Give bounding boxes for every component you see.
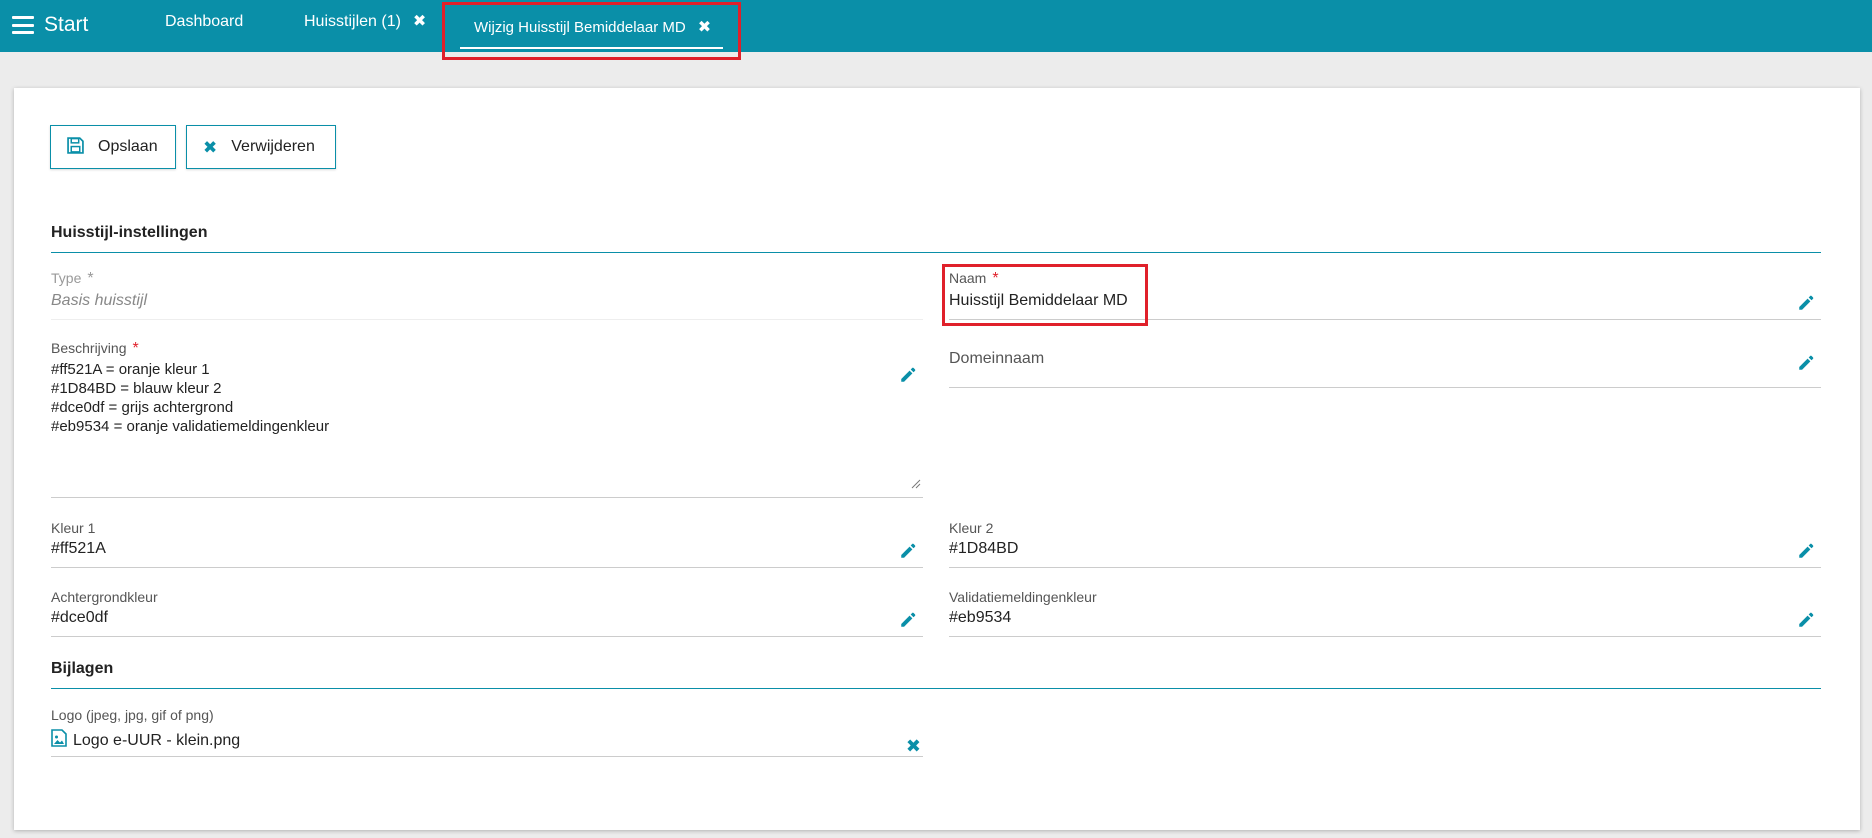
kleur1-label: Kleur 1	[51, 520, 96, 536]
naam-input[interactable]: Huisstijl Bemiddelaar MD	[949, 292, 1821, 310]
section-divider	[51, 252, 1821, 253]
floppy-disk-icon	[67, 137, 84, 157]
section-title-settings: Huisstijl-instellingen	[51, 224, 208, 241]
logo-label: Logo (jpeg, jpg, gif of png)	[51, 707, 214, 723]
save-button-label: Opslaan	[98, 138, 158, 155]
validatiemeldingenkleur-field[interactable]: Validatiemeldingenkleur #eb9534	[949, 589, 1821, 637]
close-icon[interactable]: ✖	[413, 14, 426, 30]
pencil-icon[interactable]	[1797, 611, 1815, 629]
close-icon[interactable]: ✖	[906, 736, 921, 757]
top-navigation-bar: Start Dashboard Huisstijlen (1) ✖ Wijzig…	[0, 0, 1872, 52]
kleur2-label: Kleur 2	[949, 520, 994, 536]
tab-dashboard-label: Dashboard	[165, 13, 244, 30]
start-menu-label: Start	[44, 13, 89, 36]
domeinnaam-field[interactable]: Domeinnaam	[949, 340, 1821, 388]
pencil-icon[interactable]	[1797, 542, 1815, 560]
validatiemeldingenkleur-input[interactable]: #eb9534	[949, 609, 1821, 627]
required-marker: *	[992, 270, 999, 287]
pencil-icon[interactable]	[899, 611, 917, 629]
tab-huisstijlen-label: Huisstijlen (1)	[304, 13, 401, 30]
close-icon: ✖	[203, 137, 218, 157]
pencil-icon[interactable]	[1797, 294, 1815, 312]
save-button[interactable]: Opslaan	[50, 125, 176, 169]
kleur1-field[interactable]: Kleur 1 #ff521A	[51, 520, 923, 568]
type-field: Type * Basis huisstijl	[51, 270, 923, 320]
type-label: Type	[51, 270, 82, 286]
resize-handle-icon[interactable]	[909, 476, 921, 489]
tab-dashboard[interactable]: Dashboard	[165, 0, 243, 48]
achtergrondkleur-input[interactable]: #dce0df	[51, 609, 923, 627]
logo-file-link[interactable]: Logo e-UUR - klein.png	[73, 732, 240, 750]
kleur2-field[interactable]: Kleur 2 #1D84BD	[949, 520, 1821, 568]
section-divider	[51, 688, 1821, 689]
achtergrondkleur-field[interactable]: Achtergrondkleur #dce0df	[51, 589, 923, 637]
naam-label: Naam	[949, 270, 987, 286]
close-icon[interactable]: ✖	[698, 19, 711, 36]
hamburger-icon	[12, 16, 34, 34]
pencil-icon[interactable]	[1797, 354, 1815, 372]
delete-button[interactable]: ✖ Verwijderen	[186, 125, 336, 169]
tab-huisstijlen[interactable]: Huisstijlen (1) ✖	[304, 0, 426, 48]
domeinnaam-label: Domeinnaam	[949, 350, 1045, 367]
logo-field: Logo (jpeg, jpg, gif of png) Logo e-UUR …	[51, 707, 923, 757]
pencil-icon[interactable]	[899, 366, 917, 384]
beschrijving-field[interactable]: Beschrijving * #ff521A = oranje kleur 1 #…	[51, 340, 923, 498]
achtergrondkleur-label: Achtergrondkleur	[51, 589, 158, 605]
pencil-icon[interactable]	[899, 542, 917, 560]
delete-button-label: Verwijderen	[231, 138, 315, 155]
validatiemeldingenkleur-label: Validatiemeldingenkleur	[949, 589, 1097, 605]
tab-wijzig-huisstijl-label: Wijzig Huisstijl Bemiddelaar MD	[474, 19, 686, 36]
section-title-bijlagen: Bijlagen	[51, 660, 114, 677]
tab-wijzig-huisstijl[interactable]: Wijzig Huisstijl Bemiddelaar MD ✖	[460, 8, 724, 49]
naam-field[interactable]: Naam * Huisstijl Bemiddelaar MD	[949, 270, 1821, 320]
kleur2-input[interactable]: #1D84BD	[949, 540, 1821, 558]
type-value: Basis huisstijl	[51, 292, 148, 309]
image-file-icon	[51, 729, 67, 752]
start-menu-button[interactable]: Start	[12, 10, 88, 40]
beschrijving-label: Beschrijving	[51, 340, 127, 356]
required-marker: *	[132, 340, 139, 357]
required-marker: *	[87, 270, 94, 287]
kleur1-input[interactable]: #ff521A	[51, 540, 923, 558]
beschrijving-textarea[interactable]: #ff521A = oranje kleur 1 #1D84BD = blauw…	[51, 360, 923, 436]
edit-form-card: Opslaan ✖ Verwijderen Huisstijl-instelli…	[14, 88, 1860, 830]
